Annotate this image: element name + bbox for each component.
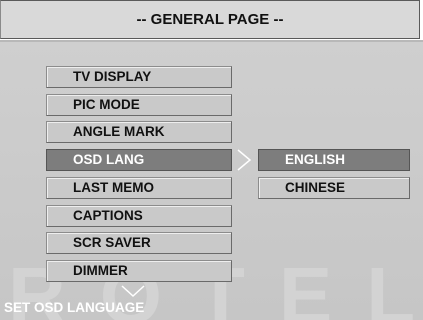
menu-item-last-memo[interactable]: LAST MEMO bbox=[46, 177, 232, 199]
menu-item-captions[interactable]: CAPTIONS bbox=[46, 205, 232, 227]
menu-item-dimmer[interactable]: DIMMER bbox=[46, 260, 232, 282]
chevron-right-icon bbox=[237, 149, 252, 171]
submenu-item-english[interactable]: ENGLISH bbox=[258, 149, 410, 171]
menu-item-angle-mark[interactable]: ANGLE MARK bbox=[46, 121, 232, 143]
osd-screen: -- GENERAL PAGE -- ROTEL TV DISPLAY PIC … bbox=[0, 0, 423, 320]
menu-item-tv-display[interactable]: TV DISPLAY bbox=[46, 66, 232, 88]
menu-item-scr-saver[interactable]: SCR SAVER bbox=[46, 232, 232, 254]
chevron-down-icon[interactable] bbox=[121, 284, 145, 298]
menu-item-osd-lang[interactable]: OSD LANG bbox=[46, 149, 232, 171]
menu-panel: ROTEL TV DISPLAY PIC MODE ANGLE MARK OSD… bbox=[0, 40, 423, 320]
status-text: SET OSD LANGUAGE bbox=[4, 300, 145, 315]
menu-item-pic-mode[interactable]: PIC MODE bbox=[46, 94, 232, 116]
submenu-item-chinese[interactable]: CHINESE bbox=[258, 177, 410, 199]
page-title: -- GENERAL PAGE -- bbox=[0, 0, 420, 39]
